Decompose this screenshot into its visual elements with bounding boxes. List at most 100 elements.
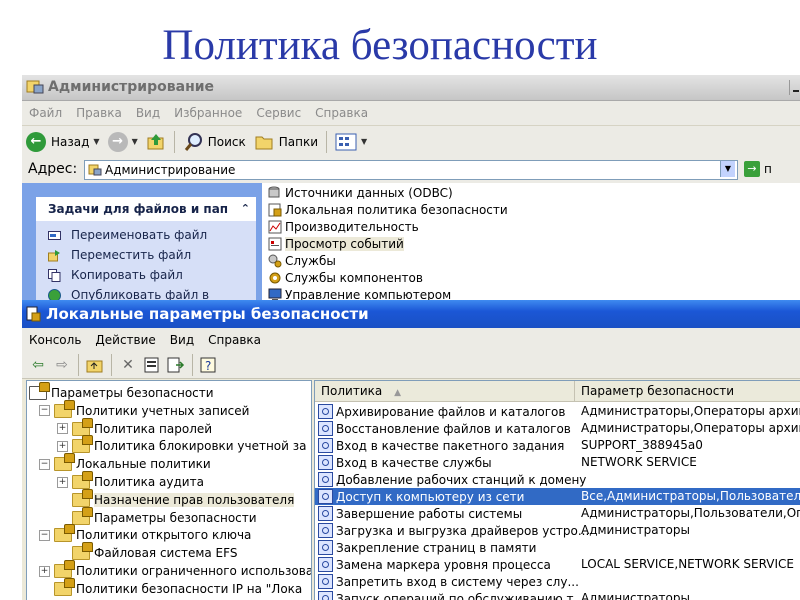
policy-cell: Восстановление файлов и каталогов — [315, 420, 571, 437]
forward-arrow-icon: → — [107, 131, 128, 152]
table-row[interactable]: Вход в качестве службы NETWORK SERVICE — [315, 454, 800, 471]
explorer-toolbar: ← Назад ▼ → ▼ Поиск Папки ▼ — [22, 126, 800, 158]
tree-item[interactable]: + Политика паролей — [57, 417, 212, 438]
task-rename-file[interactable]: Переименовать файл — [48, 228, 207, 242]
table-row[interactable]: Доступ к компьютеру из сети Все,Администр… — [315, 488, 800, 505]
menu-view[interactable]: Вид — [129, 106, 167, 120]
table-row[interactable]: Восстановление файлов и каталогов Админис… — [315, 420, 800, 437]
task-publish-file[interactable]: Опубликовать файл в — [48, 288, 209, 300]
forward-button[interactable]: → ▼ — [104, 129, 142, 155]
expand-icon[interactable]: + — [57, 440, 68, 452]
minimize-button[interactable] — [789, 80, 800, 95]
folders-label: Папки — [278, 134, 319, 149]
views-button[interactable]: ▼ — [331, 129, 371, 155]
table-row[interactable]: Замена маркера уровня процесса LOCAL SERV… — [315, 556, 800, 573]
up-level-icon[interactable] — [86, 357, 104, 373]
column-label: Параметр безопасности — [581, 384, 735, 398]
policy-icon — [318, 506, 333, 521]
back-button[interactable]: ← Назад ▼ — [22, 129, 104, 155]
tree-item[interactable]: − Политики открытого ключа — [39, 524, 251, 544]
column-header-policy[interactable]: Политика ▲ — [315, 381, 575, 401]
policy-cell: Вход в качестве пакетного задания — [315, 437, 564, 454]
back-label: Назад — [51, 134, 90, 149]
tree-item[interactable]: + Политики ограниченного использова — [39, 560, 311, 580]
expand-icon[interactable]: + — [39, 565, 50, 577]
list-item[interactable]: Службы — [268, 252, 336, 269]
forward-arrow-icon[interactable]: ⇨ — [54, 357, 70, 373]
table-row[interactable]: Архивирование файлов и каталогов Админист… — [315, 403, 800, 420]
list-item[interactable]: Управление компьютером — [268, 286, 451, 300]
policy-icon — [318, 489, 333, 504]
tree-item[interactable]: Файловая система EFS — [57, 542, 237, 562]
collapse-chevron-icon[interactable]: ⌃ — [241, 197, 250, 221]
table-row[interactable]: Вход в качестве пакетного задания SUPPORT… — [315, 437, 800, 454]
menu-favorites[interactable]: Избранное — [167, 106, 249, 120]
menu-tools[interactable]: Сервис — [249, 106, 308, 120]
help-icon[interactable]: ? — [200, 357, 218, 373]
item-label: Локальная политика безопасности — [285, 202, 508, 217]
menu-help[interactable]: Справка — [308, 106, 375, 120]
list-item[interactable]: Просмотр событий — [268, 235, 404, 252]
up-folder-button[interactable] — [142, 129, 170, 155]
menu-file[interactable]: Файл — [22, 106, 69, 120]
list-item[interactable]: Производительность — [268, 218, 419, 235]
tree-item[interactable]: − Политики учетных записей — [39, 399, 249, 420]
table-row[interactable]: Запретить вход в систему через слу... — [315, 573, 800, 590]
mmc-title-bar[interactable]: Локальные параметры безопасности — [22, 300, 800, 328]
menu-action[interactable]: Действие — [88, 333, 162, 347]
policy-name: Доступ к компьютеру из сети — [336, 489, 525, 504]
table-row[interactable]: Добавление рабочих станций к домену — [315, 471, 800, 488]
policy-name: Закрепление страниц в памяти — [336, 540, 537, 555]
chevron-down-icon[interactable]: ▼ — [93, 137, 99, 146]
tree-item[interactable]: Политики безопасности IP на "Лока — [39, 577, 302, 598]
policy-cell: Закрепление страниц в памяти — [315, 539, 536, 556]
list-item[interactable]: Локальная политика безопасности — [268, 201, 508, 218]
chevron-down-icon[interactable]: ▼ — [361, 137, 367, 146]
policy-name: Загрузка и выгрузка драйверов устро... — [336, 523, 590, 538]
menu-console[interactable]: Консоль — [22, 333, 88, 347]
task-move-file[interactable]: Переместить файл — [48, 248, 191, 262]
policy-name: Завершение работы системы — [336, 506, 523, 521]
table-row[interactable]: Закрепление страниц в памяти — [315, 539, 800, 556]
chevron-down-icon[interactable]: ▼ — [132, 137, 138, 146]
task-label: Копировать файл — [71, 268, 183, 282]
policy-folder-icon — [72, 435, 93, 454]
delete-icon[interactable]: ✕ — [120, 357, 136, 373]
list-item[interactable]: Источники данных (ODBC) — [268, 184, 453, 201]
back-arrow-icon[interactable]: ⇦ — [30, 357, 46, 373]
go-button[interactable]: → п — [744, 161, 772, 177]
tree-item[interactable]: Параметры безопасности — [29, 382, 214, 402]
collapse-icon[interactable]: − — [39, 405, 50, 417]
collapse-icon[interactable]: − — [39, 458, 50, 470]
collapse-icon[interactable]: − — [39, 529, 50, 541]
list-item[interactable]: Службы компонентов — [268, 269, 423, 286]
address-input[interactable]: Администрирование — [84, 160, 738, 180]
file-tasks-header[interactable]: Задачи для файлов и пап ⌃ — [36, 197, 256, 221]
table-row[interactable]: Завершение работы системы Администраторы,… — [315, 505, 800, 522]
table-row[interactable]: Запуск операций по обслуживанию т... Адми… — [315, 590, 800, 600]
task-copy-file[interactable]: Копировать файл — [48, 268, 183, 282]
search-button[interactable]: Поиск — [179, 129, 250, 155]
mmc-title: Локальные параметры безопасности — [46, 305, 369, 323]
item-label: Службы — [285, 253, 336, 268]
tree-item[interactable]: Параметры безопасности — [57, 506, 257, 527]
lock-icon — [82, 471, 93, 481]
copy-icon — [48, 268, 61, 282]
folders-button[interactable]: Папки — [250, 129, 322, 155]
properties-icon[interactable] — [143, 357, 161, 373]
tree-item[interactable]: + Политика блокировки учетной за — [57, 435, 307, 455]
expand-icon[interactable]: + — [57, 476, 68, 488]
table-row[interactable]: Загрузка и выгрузка драйверов устро... Ад… — [315, 522, 800, 539]
explorer-title-bar[interactable]: Администрирование — [22, 75, 800, 101]
menu-view[interactable]: Вид — [163, 333, 201, 347]
tree-item[interactable]: + Политика аудита — [57, 471, 204, 491]
expand-icon[interactable]: + — [57, 423, 68, 435]
policy-cell: Запуск операций по обслуживанию т... — [315, 590, 585, 600]
tree-item[interactable]: − Локальные политики — [39, 453, 211, 473]
tree-item[interactable]: Назначение прав пользователя — [57, 488, 295, 509]
export-list-icon[interactable] — [167, 357, 185, 373]
menu-help[interactable]: Справка — [201, 333, 268, 347]
menu-edit[interactable]: Правка — [69, 106, 129, 120]
column-header-setting[interactable]: Параметр безопасности — [575, 381, 800, 401]
address-dropdown[interactable]: ▼ — [720, 161, 735, 177]
